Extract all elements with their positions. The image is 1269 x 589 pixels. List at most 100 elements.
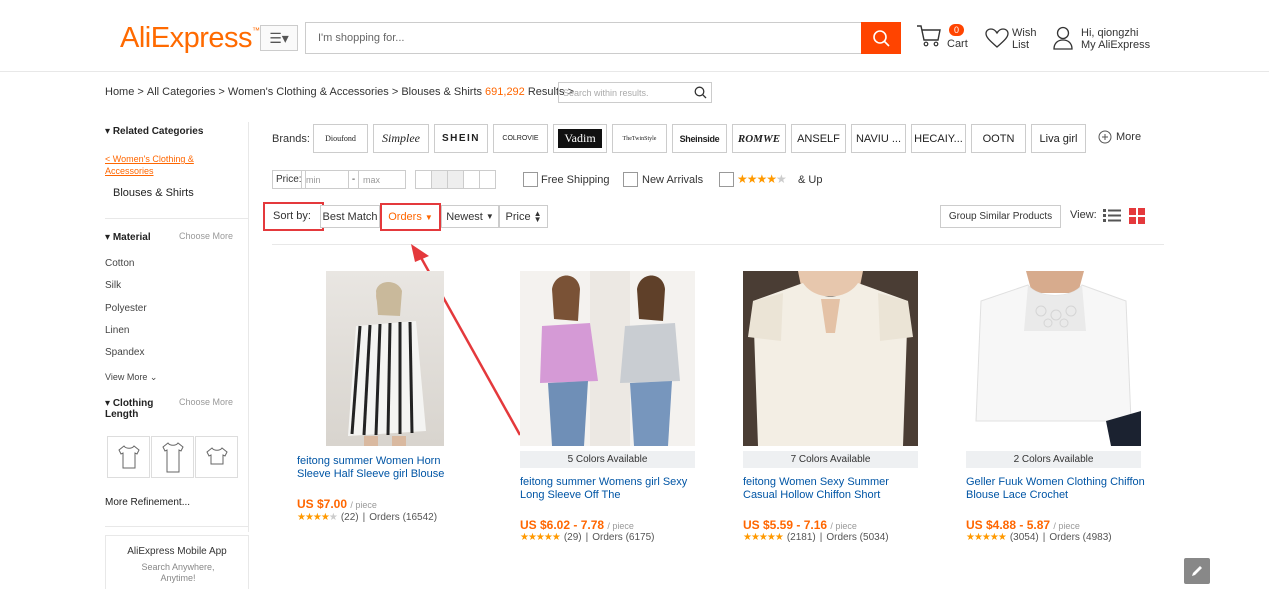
brand-dioufond[interactable]: Dioufond <box>313 124 368 153</box>
back-category-link[interactable]: < Women's Clothing & Accessories <box>105 153 215 177</box>
list-view-icon[interactable] <box>1103 208 1121 223</box>
shirt-icon <box>117 445 140 469</box>
product-meta: ★★★★★ (3054) | Orders (4983) <box>966 532 1112 543</box>
breadcrumb-all-categories[interactable]: All Categories <box>147 86 215 98</box>
free-shipping-checkbox[interactable] <box>523 172 538 187</box>
breadcrumb-home[interactable]: Home <box>105 86 134 98</box>
brand-shein[interactable]: SHEIN <box>434 124 488 153</box>
related-categories-heading[interactable]: ▾ Related Categories <box>105 126 203 137</box>
product-meta: ★★★★★ (2181) | Orders (5034) <box>743 532 889 543</box>
brand-romwe[interactable]: ROMWE <box>732 124 786 153</box>
new-arrivals-checkbox[interactable] <box>623 172 638 187</box>
material-heading[interactable]: ▾ Material <box>105 232 151 243</box>
aliexpress-logo[interactable]: AliExpress™ <box>120 22 260 55</box>
heart-icon[interactable] <box>985 28 1009 48</box>
material-option[interactable]: Polyester <box>105 303 147 314</box>
order-count: Orders (4983) <box>1049 532 1112 543</box>
order-count: Orders (5034) <box>826 532 889 543</box>
clothing-length-heading[interactable]: ▾ Clothing Length <box>105 398 165 420</box>
free-shipping-label[interactable]: Free Shipping <box>541 174 610 186</box>
group-similar-button[interactable]: Group Similar Products <box>940 205 1061 228</box>
product-image[interactable] <box>966 271 1141 446</box>
sort-best-match[interactable]: Best Match <box>320 205 380 228</box>
rating-filter-checkbox[interactable] <box>719 172 734 187</box>
search-button[interactable] <box>861 22 901 54</box>
length-option-regular[interactable] <box>151 436 194 478</box>
brand-sheinside[interactable]: Sheinside <box>672 124 727 153</box>
material-option[interactable]: Cotton <box>105 258 134 269</box>
colors-available-badge: 5 Colors Available <box>520 451 695 468</box>
more-brands-button[interactable]: More <box>1098 130 1141 144</box>
rating-filter-stars[interactable]: ★★★★★ <box>737 172 787 186</box>
brand-colrovie[interactable]: COLROVIE <box>493 124 548 153</box>
choose-more-length[interactable]: Choose More <box>179 397 233 407</box>
user-icon[interactable] <box>1053 26 1073 50</box>
order-count: Orders (16542) <box>369 512 438 523</box>
sort-newest[interactable]: Newest ▼ <box>441 205 499 228</box>
sidebar-separator <box>105 526 249 527</box>
category-menu-button[interactable]: ☰▾ <box>260 25 298 51</box>
brand-hecaiy[interactable]: HECAIY... <box>911 124 966 153</box>
brand-simplee[interactable]: Simplee <box>373 124 429 153</box>
product-meta: ★★★★★ (29) | Orders (6175) <box>520 532 655 543</box>
sort-price[interactable]: Price ▲ ▼ <box>499 205 548 228</box>
sort-arrows-icon: ▲ ▼ <box>533 208 542 224</box>
cart-label[interactable]: Cart <box>947 38 968 50</box>
mobile-app-subtitle: Search Anywhere, Anytime! <box>141 562 215 583</box>
rating-count[interactable]: (22) <box>341 512 359 523</box>
rating-count[interactable]: (3054) <box>1010 532 1039 543</box>
view-more-link[interactable]: View More ⌄ <box>105 372 157 383</box>
material-option[interactable]: Spandex <box>105 347 144 358</box>
search-icon[interactable] <box>694 86 707 99</box>
brand-ootn[interactable]: OOTN <box>971 124 1026 153</box>
grid-view-icon[interactable] <box>1129 208 1145 224</box>
more-refinement-link[interactable]: More Refinement... <box>105 497 190 508</box>
breadcrumb-womens[interactable]: Women's Clothing & Accessories <box>228 86 389 98</box>
product-title[interactable]: feitong Women Sexy Summer Casual Hollow … <box>743 476 923 502</box>
mobile-app-title: AliExpress Mobile App <box>127 546 227 557</box>
cart-icon[interactable] <box>916 24 942 48</box>
edit-button[interactable] <box>1184 558 1210 584</box>
product-title[interactable]: feitong summer Women Horn Sleeve Half Sl… <box>297 455 477 481</box>
brand-anself[interactable]: ANSELF <box>791 124 846 153</box>
rating-count[interactable]: (29) <box>564 532 582 543</box>
colors-available-badge: 2 Colors Available <box>966 451 1141 468</box>
wish-list-link[interactable]: Wish List <box>1012 27 1036 51</box>
material-option[interactable]: Linen <box>105 325 129 336</box>
rating-filter-label[interactable]: & Up <box>798 174 822 186</box>
product-meta: ★★★★★ (22) | Orders (16542) <box>297 512 438 523</box>
price-min-input[interactable]: min <box>301 170 349 189</box>
length-option-short[interactable] <box>107 436 150 478</box>
product-image[interactable] <box>520 271 695 446</box>
rating-count[interactable]: (2181) <box>787 532 816 543</box>
product-image[interactable] <box>743 271 918 446</box>
price-max-input[interactable]: max <box>358 170 406 189</box>
caret-down-icon: ▼ <box>485 212 494 221</box>
rating-stars: ★★★★★ <box>743 532 784 543</box>
product-price: US $4.88 - 5.87 / piece <box>966 518 1080 532</box>
product-photo-lace-blouse <box>975 271 1141 446</box>
product-title[interactable]: feitong summer Womens girl Sexy Long Sle… <box>520 476 700 502</box>
breadcrumb: Home > All Categories > Women's Clothing… <box>105 86 575 98</box>
sidebar-separator <box>105 218 249 219</box>
length-option-crop[interactable] <box>195 436 238 478</box>
product-title[interactable]: Geller Fuuk Women Clothing Chiffon Blous… <box>966 476 1146 502</box>
product-photo-off-shoulder <box>540 271 680 446</box>
brand-naviu[interactable]: NAVIU ... <box>851 124 906 153</box>
new-arrivals-label[interactable]: New Arrivals <box>642 174 703 186</box>
product-photo-chiffon-top <box>743 271 918 446</box>
brand-thetwinstyle[interactable]: TheTwinStyle <box>612 124 667 153</box>
search-input[interactable]: I'm shopping for... <box>305 22 861 54</box>
account-link[interactable]: Hi, qiongzhi My AliExpress <box>1081 27 1150 51</box>
sort-orders[interactable]: Orders ▼ <box>380 203 441 231</box>
material-option[interactable]: Silk <box>105 280 121 291</box>
choose-more-material[interactable]: Choose More <box>179 231 233 241</box>
price-range-histogram[interactable] <box>415 170 496 189</box>
result-count: 691,292 <box>485 86 525 98</box>
plus-circle-icon <box>1098 130 1112 144</box>
product-image[interactable] <box>326 271 444 446</box>
brand-vadim[interactable]: Vadim <box>553 124 607 153</box>
search-within-input[interactable]: Search within results. <box>558 82 712 103</box>
view-label: View: <box>1070 209 1097 221</box>
brand-liva-girl[interactable]: Liva girl <box>1031 124 1086 153</box>
